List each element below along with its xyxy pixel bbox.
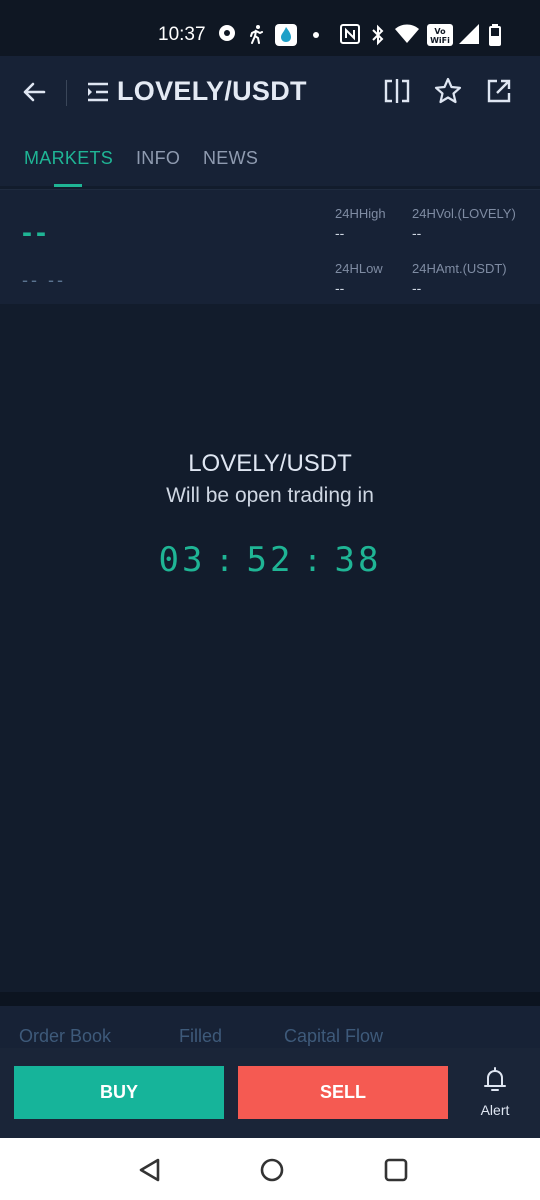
system-nav-bar [0, 1138, 540, 1200]
signal-icon [459, 24, 479, 44]
wifi-icon [395, 24, 419, 44]
countdown-pair: LOVELY/USDT [188, 450, 352, 477]
nav-home-icon[interactable] [258, 1156, 286, 1184]
buy-button[interactable]: BUY [14, 1066, 224, 1119]
trade-action-bar: BUY SELL Alert [0, 1048, 540, 1138]
price-change: -- -- [22, 270, 66, 290]
low-value: -- [335, 280, 345, 296]
tab-filled[interactable]: Filled [179, 1026, 222, 1047]
status-time: 10:37 [158, 24, 206, 45]
vol-label: 24HVol.(LOVELY) [412, 206, 516, 221]
market-stats: -- -- -- 24HHigh -- 24HVol.(LOVELY) -- 2… [0, 189, 540, 304]
share-icon[interactable] [484, 76, 514, 106]
status-bar: 10:37 Vo WiFi [0, 0, 540, 56]
svg-text:Vo: Vo [434, 27, 446, 36]
dot-app-icon [218, 24, 236, 42]
tab-capital-flow[interactable]: Capital Flow [284, 1026, 383, 1047]
nfc-icon [340, 24, 360, 44]
vowifi-icon: Vo WiFi [427, 24, 453, 46]
bluetooth-icon [370, 24, 386, 46]
countdown-message: Will be open trading in [166, 484, 374, 507]
huobi-app-icon [275, 24, 297, 46]
last-price: -- [22, 216, 50, 249]
amt-value: -- [412, 280, 422, 296]
countdown-seconds: 38 [334, 540, 382, 580]
countdown-minutes: 52 [246, 540, 294, 580]
dot-icon [311, 24, 321, 46]
alert-button[interactable]: Alert [466, 1064, 524, 1124]
battery-icon [489, 24, 501, 46]
amt-label: 24HAmt.(USDT) [412, 261, 507, 276]
tab-markets[interactable]: MARKETS [24, 148, 113, 169]
runner-icon [246, 24, 266, 44]
countdown-separator: : [215, 544, 237, 579]
depth-tabs: Order Book Filled Capital Flow [0, 1006, 540, 1048]
sell-button[interactable]: SELL [238, 1066, 448, 1119]
bell-icon [482, 1066, 508, 1094]
countdown-timer: 03:52:38 [0, 540, 540, 580]
tab-active-indicator [54, 184, 82, 187]
high-value: -- [335, 225, 345, 241]
tab-order-book[interactable]: Order Book [19, 1026, 111, 1047]
section-divider [0, 992, 540, 1006]
compare-icon[interactable] [382, 76, 412, 106]
vol-value: -- [412, 225, 422, 241]
countdown-separator: : [303, 544, 325, 579]
countdown-hours: 03 [158, 540, 206, 580]
trading-countdown-panel: LOVELY/USDT Will be open trading in 03:5… [0, 304, 540, 992]
low-label: 24HLow [335, 261, 383, 276]
nav-recents-icon[interactable] [382, 1156, 410, 1184]
tab-info[interactable]: INFO [136, 148, 180, 169]
back-arrow-icon[interactable] [18, 76, 50, 108]
high-label: 24HHigh [335, 206, 386, 221]
svg-text:WiFi: WiFi [430, 36, 450, 45]
alert-label: Alert [480, 1102, 510, 1118]
tab-news[interactable]: NEWS [203, 148, 258, 169]
nav-back-icon[interactable] [136, 1156, 164, 1184]
star-icon[interactable] [433, 76, 463, 106]
pair-title[interactable]: LOVELY/USDT [117, 76, 307, 107]
header-divider [66, 80, 67, 106]
header: LOVELY/USDT MARKETS INFO NEWS [0, 56, 540, 187]
list-menu-icon[interactable] [86, 80, 110, 104]
